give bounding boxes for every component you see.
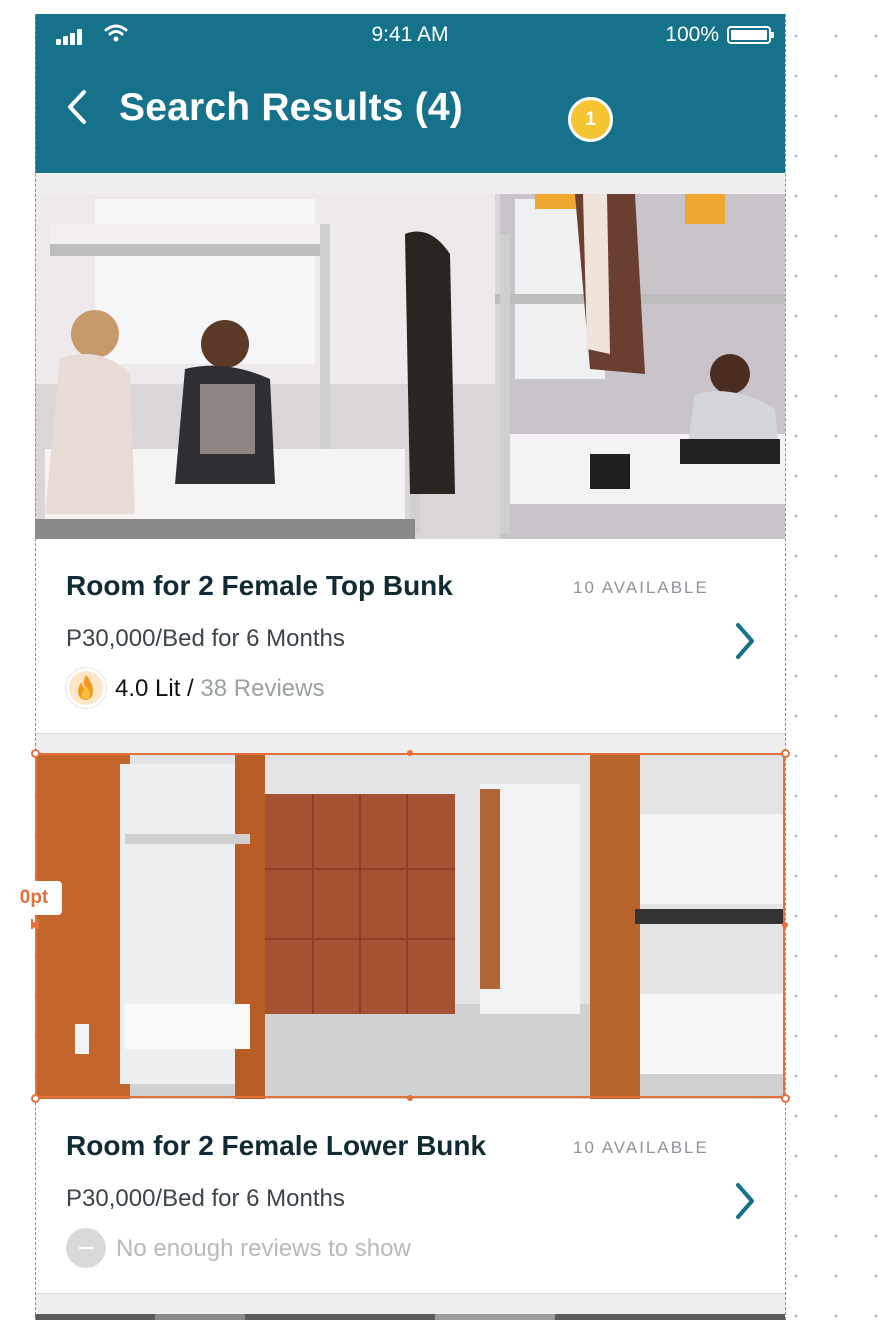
chevron-right-icon[interactable] [732, 1181, 758, 1221]
battery-percent: 100% [665, 23, 719, 46]
listing-card[interactable] [35, 1314, 785, 1320]
measure-tick-icon [31, 919, 39, 929]
back-chevron-icon[interactable] [65, 88, 89, 126]
resize-handle[interactable] [781, 749, 790, 758]
rating-text: 4.0 Lit / 38 Reviews [115, 675, 324, 703]
left-guide-line [35, 14, 36, 1320]
nav-header: 9:41 AM 100% Search Results (4) 1 [35, 14, 785, 173]
price-text: P30,000/Bed for 6 Months [66, 625, 345, 652]
resize-handle[interactable] [781, 1094, 790, 1103]
status-bar: 9:41 AM 100% [35, 14, 785, 54]
resize-handle[interactable] [782, 922, 788, 928]
room-photo [35, 194, 785, 539]
minus-icon [66, 1228, 106, 1268]
listing-card[interactable]: Room for 2 Female Lower Bunk 10 AVAILABL… [35, 754, 785, 1294]
no-reviews-text: No enough reviews to show [116, 1235, 411, 1262]
right-guide-line [785, 14, 786, 1320]
rating-row: 4.0 Lit / 38 Reviews [66, 668, 666, 708]
availability-label: 10 AVAILABLE [573, 1138, 709, 1157]
review-count: 38 Reviews [200, 675, 325, 702]
page-title: Search Results (4) [119, 86, 463, 129]
resize-handle[interactable] [31, 1094, 40, 1103]
chevron-right-icon[interactable] [732, 621, 758, 661]
spacing-measure-label: 0pt [6, 881, 62, 915]
room-title: Room for 2 Female Lower Bunk [66, 1130, 487, 1161]
listing-card[interactable]: Room for 2 Female Top Bunk 10 AVAILABLE … [35, 194, 785, 734]
price-text: P30,000/Bed for 6 Months [66, 1185, 345, 1212]
room-photo [35, 754, 785, 1099]
rating-row: No enough reviews to show [66, 1228, 666, 1268]
rating-value: 4.0 Lit [115, 675, 181, 702]
room-title: Room for 2 Female Top Bunk [66, 570, 453, 601]
fire-icon [66, 668, 106, 708]
rating-separator: / [180, 675, 201, 702]
room-photo [35, 1314, 785, 1320]
resize-handle[interactable] [407, 1095, 413, 1101]
resize-handle[interactable] [31, 749, 40, 758]
battery-icon [727, 26, 774, 44]
phone-screen: 9:41 AM 100% Search Results (4) 1 Room f… [35, 14, 785, 1320]
availability-label: 10 AVAILABLE [573, 578, 709, 597]
annotation-badge: 1 [568, 97, 613, 142]
resize-handle[interactable] [407, 750, 413, 756]
